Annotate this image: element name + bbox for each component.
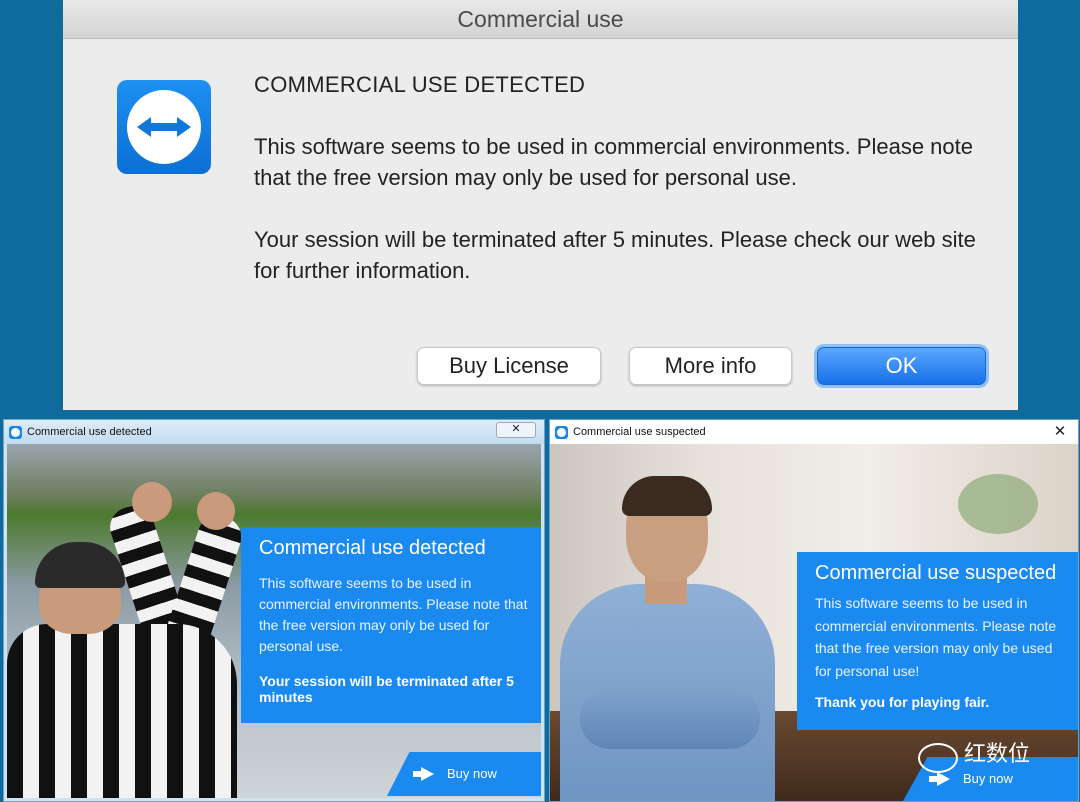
- close-button[interactable]: ✕: [496, 422, 536, 438]
- teamviewer-app-icon: [9, 426, 22, 439]
- dialog-title: Commercial use: [63, 0, 1018, 39]
- dialog-heading: COMMERCIAL USE DETECTED: [254, 72, 586, 97]
- teamviewer-app-icon: [555, 426, 568, 439]
- close-button[interactable]: ✕: [1045, 420, 1075, 444]
- ok-button[interactable]: OK: [817, 347, 986, 385]
- commercial-use-detected-window: Commercial use detected ✕ Commercial use…: [3, 419, 545, 802]
- watermark-text: 红数位: [964, 742, 1031, 767]
- notice-body: This software seems to be used in commer…: [815, 595, 1057, 679]
- buy-now-label: Buy now: [447, 766, 497, 781]
- window-title: Commercial use detected: [27, 426, 152, 438]
- notice-body: This software seems to be used in commer…: [259, 575, 528, 654]
- window-titlebar: Commercial use suspected ✕: [550, 420, 1078, 444]
- notice-panel: Commercial use suspected This software s…: [797, 552, 1078, 730]
- mac-dialog: Commercial use COMMERCIAL USE DETECTED T…: [63, 0, 1018, 410]
- referee-photo: Commercial use detected This software se…: [7, 444, 541, 798]
- notice-warning: Your session will be terminated after 5 …: [259, 673, 514, 705]
- dialog-message: This software seems to be used in commer…: [254, 131, 984, 317]
- wechat-icon: [918, 743, 958, 773]
- arrow-right-icon: [929, 772, 950, 786]
- dialog-body-paragraph: Your session will be terminated after 5 …: [254, 227, 976, 283]
- more-info-button[interactable]: More info: [629, 347, 792, 385]
- notice-thanks: Thank you for playing fair.: [815, 694, 990, 710]
- buy-now-button[interactable]: Buy now: [387, 752, 541, 796]
- window-title: Commercial use suspected: [573, 426, 706, 438]
- notice-heading: Commercial use suspected: [815, 562, 1057, 584]
- notice-panel: Commercial use detected This software se…: [241, 527, 541, 723]
- dialog-body-paragraph: This software seems to be used in commer…: [254, 134, 973, 190]
- teamviewer-logo-icon: [117, 80, 211, 174]
- window-titlebar: Commercial use detected ✕: [4, 420, 544, 444]
- arrow-right-icon: [413, 767, 434, 781]
- buy-license-button[interactable]: Buy License: [417, 347, 601, 385]
- notice-heading: Commercial use detected: [259, 537, 486, 559]
